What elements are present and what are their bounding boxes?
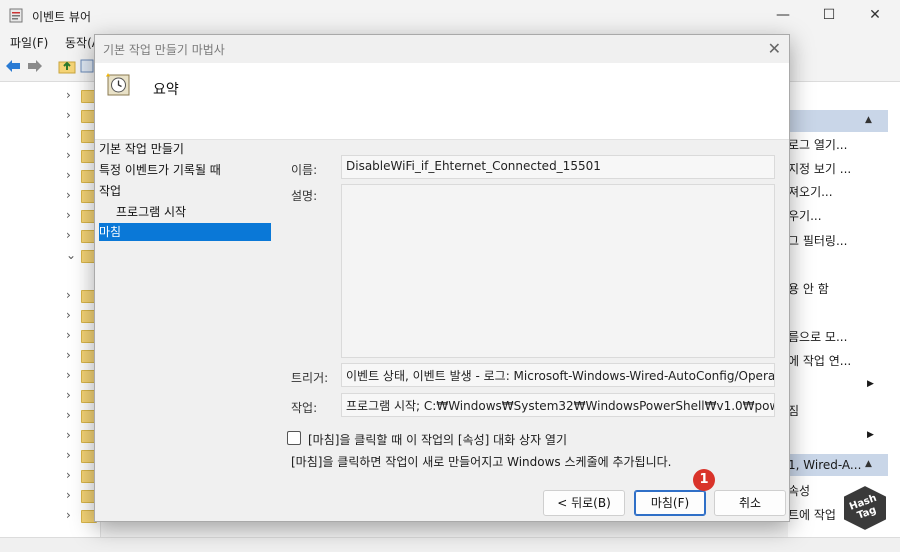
action-save-as[interactable]: 름으로 모...: [788, 328, 847, 345]
step-start-program[interactable]: 프로그램 시작: [116, 203, 186, 220]
actions-section-header[interactable]: ▲: [788, 110, 888, 132]
action-clear[interactable]: 우기...: [788, 207, 822, 224]
back-button[interactable]: < 뒤로(B): [543, 490, 625, 516]
name-field[interactable]: DisableWiFi_if_Ehternet_Connected_15501: [341, 155, 775, 179]
description-field[interactable]: [341, 184, 775, 358]
action-attach-event-task[interactable]: 트에 작업: [788, 506, 836, 523]
actions-pane: ▲ 로그 열기... 지정 보기 ... 져오기... 우기... 그 필터링.…: [788, 82, 900, 537]
action-label: 작업:: [291, 401, 318, 415]
action-filter[interactable]: 그 필터링...: [788, 232, 847, 249]
open-properties-checkbox[interactable]: [287, 431, 301, 445]
name-value: DisableWiFi_if_Ehternet_Connected_15501: [346, 159, 601, 173]
minimize-button[interactable]: —: [760, 0, 806, 31]
event-viewer-icon: [9, 8, 23, 23]
cancel-button[interactable]: 취소: [714, 490, 786, 516]
submenu-arrow-icon[interactable]: ▶: [867, 379, 874, 389]
step-create-basic-task[interactable]: 기본 작업 만들기: [99, 140, 184, 157]
action-custom-view[interactable]: 지정 보기 ...: [788, 160, 851, 177]
view-icon[interactable]: [80, 58, 94, 74]
create-basic-task-wizard: 기본 작업 만들기 마법사 ✕ 요약 기본 작업 만들기 특정 이벤트가 기록될…: [94, 34, 790, 522]
action-open-log[interactable]: 로그 열기...: [788, 136, 847, 153]
description-label: 설명:: [291, 189, 318, 203]
maximize-button[interactable]: ☐: [806, 0, 852, 31]
action-field[interactable]: 프로그램 시작; C:₩Windows₩System32₩WindowsPowe…: [341, 393, 775, 417]
dialog-title: 기본 작업 만들기 마법사: [103, 43, 225, 57]
folder-up-icon[interactable]: [58, 58, 76, 74]
name-label: 이름:: [291, 163, 318, 177]
actions-section-header[interactable]: 1, Wired-A... ▲: [788, 454, 888, 476]
action-import[interactable]: 져오기...: [788, 183, 833, 200]
trigger-value: 이벤트 상태, 이벤트 발생 - 로그: Microsoft-Windows-W…: [346, 369, 775, 383]
forward-arrow-icon[interactable]: [27, 59, 43, 73]
step-action[interactable]: 작업: [99, 182, 121, 199]
trigger-label: 트리거:: [291, 371, 329, 385]
console-tree: › › › › › › › › ⌄ › › › › › › › › › › › …: [0, 82, 101, 537]
step-finish[interactable]: 마침: [99, 223, 271, 241]
dialog-titlebar: 기본 작업 만들기 마법사 ✕: [95, 35, 789, 63]
wizard-steps: 기본 작업 만들기 특정 이벤트가 기록될 때 작업 프로그램 시작 마침: [95, 140, 275, 520]
close-icon[interactable]: ✕: [768, 39, 781, 58]
app-title: 이벤트 뷰어: [32, 10, 92, 24]
dialog-header-title: 요약: [153, 82, 179, 98]
action-properties[interactable]: 속성: [788, 482, 810, 499]
trigger-field[interactable]: 이벤트 상태, 이벤트 발생 - 로그: Microsoft-Windows-W…: [341, 363, 775, 387]
action-disable[interactable]: 용 안 함: [788, 280, 829, 297]
app-titlebar: 이벤트 뷰어 — ☐ ✕: [0, 0, 900, 31]
action-value: 프로그램 시작; C:₩Windows₩System32₩WindowsPowe…: [346, 399, 775, 413]
close-app-button[interactable]: ✕: [852, 0, 898, 31]
event-section-title: 1, Wired-A...: [788, 458, 862, 472]
step-number-badge: 1: [693, 469, 715, 491]
hashtag-logo-watermark: Hash Tag: [840, 483, 890, 533]
menu-file[interactable]: 파일(F): [10, 34, 48, 51]
submenu-arrow-icon[interactable]: ▶: [867, 430, 874, 440]
status-strip: [0, 537, 900, 552]
open-properties-label[interactable]: [마침]을 클릭할 때 이 작업의 [속성] 대화 상자 열기: [308, 431, 567, 448]
back-arrow-icon[interactable]: [5, 59, 21, 73]
step-event-trigger[interactable]: 특정 이벤트가 기록될 때: [99, 161, 221, 178]
action-attach-task[interactable]: 에 작업 연...: [788, 352, 851, 369]
task-clock-icon: [106, 73, 130, 96]
dialog-header: 요약: [95, 63, 789, 140]
finish-note: [마침]을 클릭하면 작업이 새로 만들어지고 Windows 스케줄에 추가됩…: [291, 455, 672, 469]
finish-button[interactable]: 마침(F): [634, 490, 706, 516]
